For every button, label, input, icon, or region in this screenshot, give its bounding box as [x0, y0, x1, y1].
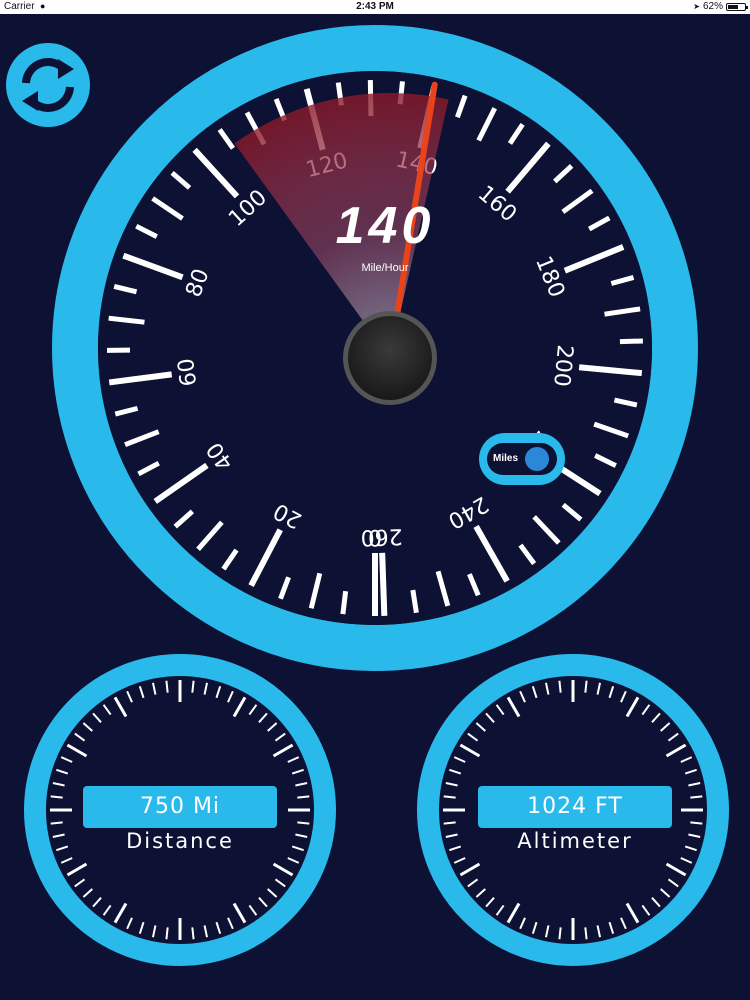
- small-gauge-tick: [443, 821, 456, 825]
- small-gauge-tick: [584, 680, 588, 693]
- small-gauge-tick: [443, 795, 456, 799]
- small-gauge-tick: [690, 795, 703, 799]
- small-gauge-tick: [191, 680, 195, 693]
- altimeter-value: 1024 FT: [478, 786, 672, 828]
- small-gauge-tick: [191, 927, 195, 940]
- small-gauge-tick: [50, 821, 63, 825]
- small-gauge-tick: [165, 927, 169, 940]
- small-gauge-tick: [558, 927, 562, 940]
- small-gauge-tick: [50, 795, 63, 799]
- small-gauge-tick: [165, 680, 169, 693]
- small-gauge-tick: [690, 821, 703, 825]
- altimeter-label: Altimeter: [517, 829, 633, 853]
- distance-value: 750 Mi: [83, 786, 277, 828]
- small-gauge-tick: [297, 795, 310, 799]
- small-gauge-tick: [558, 680, 562, 693]
- distance-label: Distance: [126, 829, 234, 853]
- small-gauge-tick: [297, 821, 310, 825]
- small-gauge-tick: [584, 927, 588, 940]
